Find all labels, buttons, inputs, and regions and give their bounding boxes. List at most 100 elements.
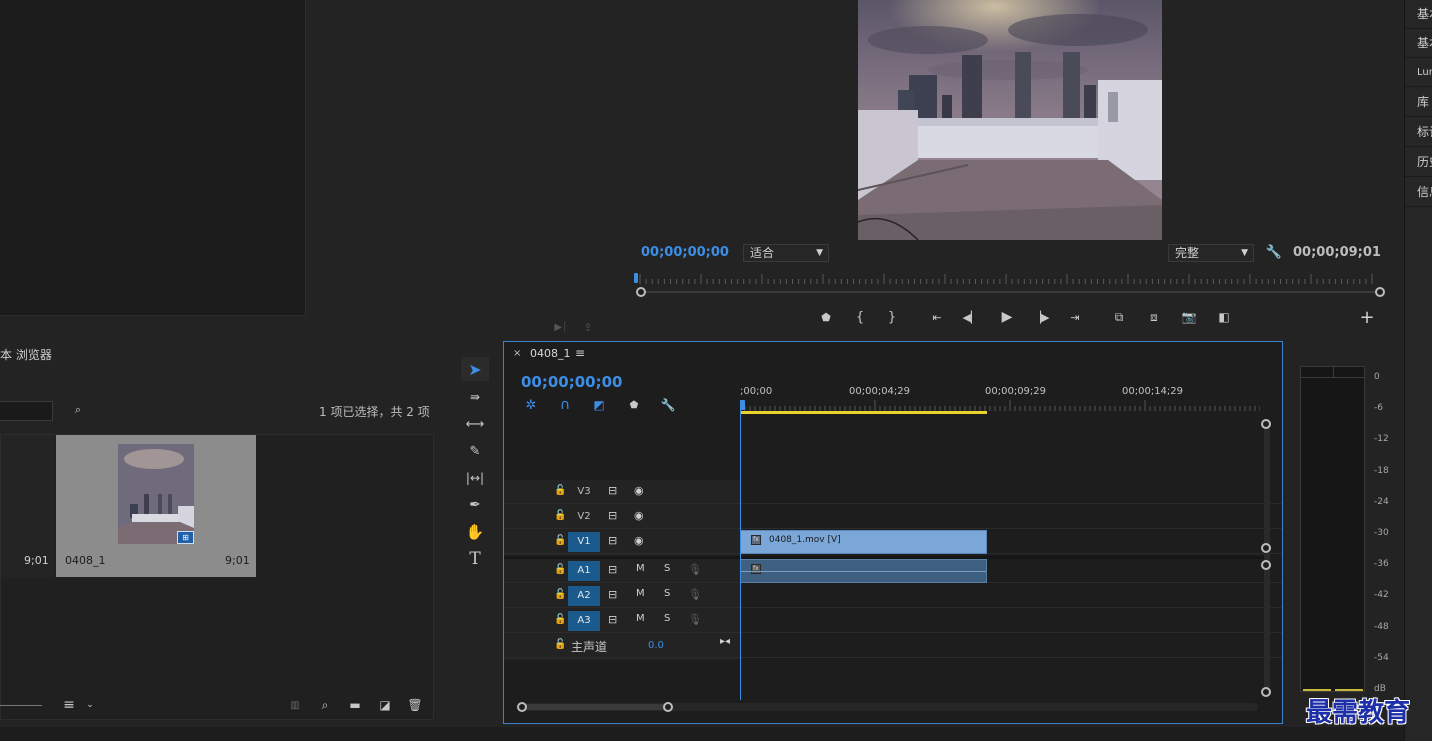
ripple-edit-tool-icon[interactable]: ⟷ [461, 412, 489, 436]
project-item-0408_1[interactable]: ⊞ 0408_1 9;01 [56, 435, 256, 577]
eye-icon[interactable]: ◉ [634, 509, 644, 522]
hand-tool-icon[interactable]: ✋ [461, 520, 489, 544]
eye-icon[interactable]: ◉ [634, 534, 644, 547]
track-target-v1[interactable]: V1 [568, 532, 600, 552]
eye-icon[interactable]: ◉ [634, 484, 644, 497]
fx-badge-icon[interactable]: fx [751, 564, 761, 574]
panel-tab-media-browser[interactable]: 本 浏览器 [0, 346, 52, 363]
sync-lock-icon[interactable]: ⊟ [608, 534, 617, 547]
side-tab-info[interactable]: 信息 [1405, 178, 1432, 207]
side-tab-essential-2[interactable]: 基本 [1405, 29, 1432, 58]
microphone-icon[interactable]: 🎙 [688, 588, 702, 601]
sort-icon[interactable]: ≡ [60, 697, 78, 713]
vertical-scrollbar[interactable] [1264, 424, 1270, 694]
track-target-v3[interactable]: V3 [568, 482, 600, 502]
mute-button[interactable]: M [636, 613, 645, 624]
trash-icon[interactable]: 🗑 [407, 697, 423, 713]
solo-button[interactable]: S [664, 613, 670, 624]
compare-icon[interactable]: ◧ [1214, 308, 1234, 326]
lock-icon[interactable]: 🔓 [554, 510, 566, 521]
extract-icon[interactable]: ⧈ [1144, 308, 1164, 326]
program-current-timecode[interactable]: 00;00;00;00 [641, 245, 729, 260]
export-frame-icon[interactable]: ⇪ [580, 320, 596, 334]
project-item[interactable]: 9;01 [1, 435, 55, 577]
zoom-handle-right[interactable] [1375, 287, 1385, 297]
lock-icon[interactable]: 🔓 [554, 614, 566, 625]
pen-tool-icon[interactable]: ✒ [461, 493, 489, 517]
master-volume-value[interactable]: 0.0 [648, 640, 664, 651]
go-to-in-icon[interactable]: ⇤ [928, 308, 946, 326]
side-tab-lumetri[interactable]: Lumetri [1405, 58, 1432, 87]
play-icon[interactable]: ▶ [998, 308, 1016, 326]
side-tab-markers[interactable]: 标记 [1405, 118, 1432, 147]
hscroll-handle-left[interactable] [517, 702, 527, 712]
lock-icon[interactable]: 🔓 [554, 639, 566, 650]
vscroll-handle[interactable] [1261, 560, 1271, 570]
side-tab-history[interactable]: 历史 [1405, 148, 1432, 177]
search-filter-icon[interactable]: ⌕ [70, 402, 86, 418]
new-item-icon[interactable]: ◪ [377, 697, 393, 713]
chevron-down-icon[interactable]: ⌄ [84, 697, 96, 713]
lock-icon[interactable]: 🔓 [554, 589, 566, 600]
go-to-next-edit-icon[interactable]: ▸◂ [720, 636, 730, 647]
sync-lock-icon[interactable]: ⊟ [608, 563, 617, 576]
find-icon[interactable]: ⌕ [317, 697, 333, 713]
wrench-icon[interactable]: 🔧 [1266, 244, 1282, 260]
timeline-timecode[interactable]: 00;00;00;00 [521, 373, 623, 391]
mute-button[interactable]: M [636, 588, 645, 599]
fx-badge-icon[interactable]: fx [751, 535, 761, 545]
add-marker-icon[interactable]: ⬟ [626, 397, 642, 413]
mark-in-icon[interactable]: { [852, 308, 868, 326]
close-tab-icon[interactable]: × [513, 348, 521, 359]
sync-lock-icon[interactable]: ⊟ [608, 484, 617, 497]
automate-to-sequence-icon[interactable]: ▥ [286, 697, 304, 713]
fit-dropdown[interactable]: 适合 ▼ [743, 244, 829, 262]
track-target-v2[interactable]: V2 [568, 507, 600, 527]
vscroll-handle[interactable] [1261, 687, 1271, 697]
lock-icon[interactable]: 🔓 [554, 564, 566, 575]
panel-menu-icon[interactable]: ≡ [575, 346, 585, 360]
add-button-icon[interactable]: + [1358, 307, 1376, 328]
track-select-tool-icon[interactable]: ⇛ [461, 385, 489, 409]
type-tool-icon[interactable]: T [461, 547, 489, 571]
project-search-input[interactable] [0, 401, 53, 421]
hscroll-handle-right[interactable] [663, 702, 673, 712]
sync-lock-icon[interactable]: ⊟ [608, 509, 617, 522]
slip-tool-icon[interactable]: |↔| [461, 466, 489, 490]
track-target-a2[interactable]: A2 [568, 586, 600, 606]
linked-selection-icon[interactable]: ◩ [591, 397, 607, 413]
microphone-icon[interactable]: 🎙 [688, 613, 702, 626]
add-marker-icon[interactable]: ⬟ [818, 308, 834, 326]
go-to-out-icon[interactable]: ⇥ [1066, 308, 1084, 326]
lock-icon[interactable]: 🔓 [554, 485, 566, 496]
new-bin-icon[interactable]: ▬ [346, 697, 364, 713]
step-forward-icon[interactable]: ▕▶ [1032, 308, 1050, 326]
step-back-icon[interactable]: ◀▏ [962, 308, 980, 326]
solo-button[interactable]: S [664, 588, 670, 599]
zoom-handle-left[interactable] [636, 287, 646, 297]
audio-clip[interactable]: fx [740, 559, 987, 583]
program-time-ruler[interactable] [636, 272, 1382, 286]
audio-volume-line[interactable] [741, 571, 986, 572]
lift-icon[interactable]: ⧉ [1110, 308, 1128, 326]
vscroll-handle[interactable] [1261, 543, 1271, 553]
timeline-settings-wrench-icon[interactable]: 🔧 [660, 397, 676, 413]
playhead-marker[interactable] [634, 273, 638, 283]
sync-lock-icon[interactable]: ⊟ [608, 588, 617, 601]
solo-button[interactable]: S [664, 563, 670, 574]
side-tab-libraries[interactable]: 库 [1405, 88, 1432, 117]
microphone-icon[interactable]: 🎙 [688, 563, 702, 576]
selection-tool-icon[interactable]: ➤ [461, 357, 489, 381]
playback-quality-dropdown[interactable]: 完整 ▼ [1168, 244, 1254, 262]
insert-icon[interactable]: ▶⏐ [553, 320, 569, 334]
razor-tool-icon[interactable]: ✎ [461, 439, 489, 463]
sequence-tab-title[interactable]: 0408_1 [530, 347, 571, 360]
track-target-a1[interactable]: A1 [568, 561, 600, 581]
video-clip[interactable]: fx 0408_1.mov [V] [740, 530, 987, 554]
zoom-scrollbar-track[interactable] [640, 291, 1380, 293]
zoom-slider[interactable] [0, 705, 42, 706]
vscroll-handle[interactable] [1261, 419, 1271, 429]
camera-icon[interactable]: 📷 [1180, 308, 1198, 326]
track-target-a3[interactable]: A3 [568, 611, 600, 631]
nest-icon[interactable]: ✲ [523, 397, 539, 413]
